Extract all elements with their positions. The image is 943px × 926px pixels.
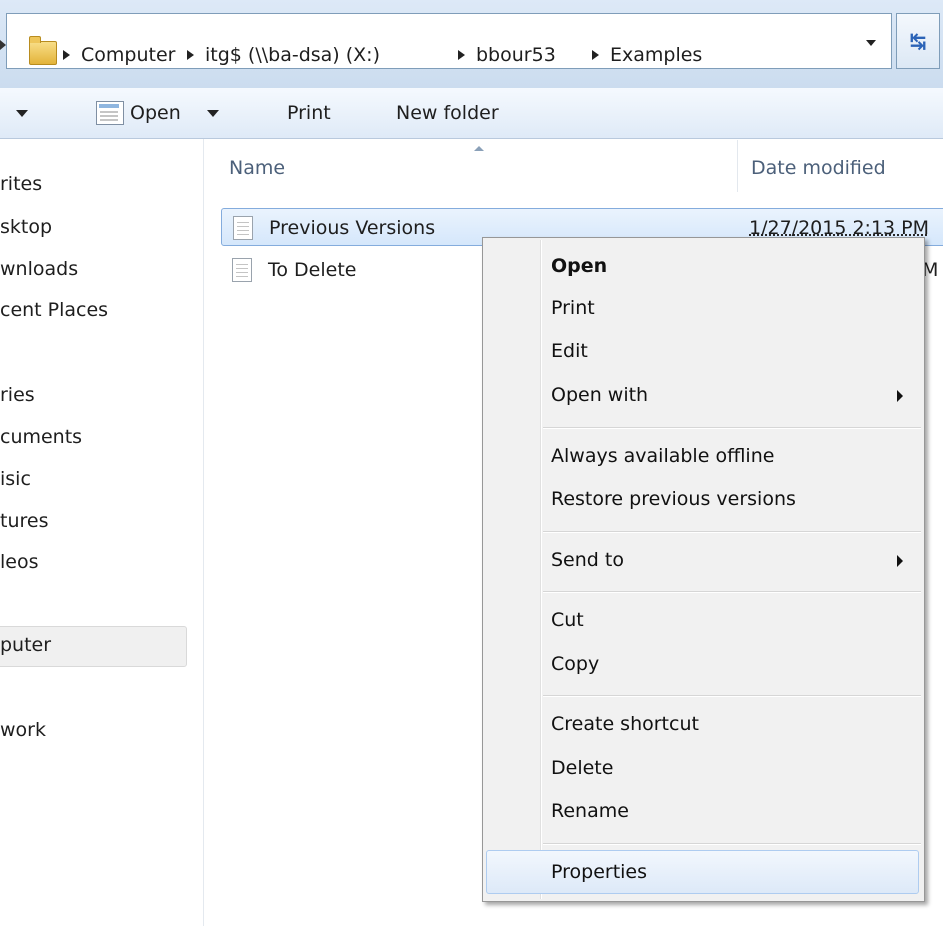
menu-separator [543,531,921,533]
nav-item-libraries[interactable]: ries [0,384,35,406]
menu-separator [543,843,921,845]
open-dropdown-icon[interactable] [207,110,219,117]
menu-item-restore-previous-versions[interactable]: Restore previous versions [551,488,796,510]
menu-item-always-available-offline[interactable]: Always available offline [551,445,774,467]
column-divider[interactable] [737,140,738,192]
text-file-icon [233,216,253,240]
breadcrumb-separator-icon[interactable] [458,50,465,60]
nav-item-pictures[interactable]: tures [0,510,48,532]
breadcrumb-separator-icon[interactable] [63,50,70,60]
menu-item-create-shortcut[interactable]: Create shortcut [551,713,699,735]
menu-item-cut[interactable]: Cut [551,609,584,631]
menu-item-properties[interactable]: Properties [551,861,647,883]
menu-item-edit[interactable]: Edit [551,340,588,362]
open-button[interactable]: Open [130,88,181,138]
refresh-arrows-icon: ↹ [910,29,927,53]
nav-item-favorites[interactable]: rites [0,173,42,195]
notepad-icon [96,101,124,125]
file-date: 1/27/2015 2:13 PM [749,217,929,239]
column-header-name[interactable]: Name [229,157,285,179]
file-name: To Delete [268,259,356,281]
menu-item-open[interactable]: Open [551,255,607,277]
context-menu: Open Print Edit Open with Always availab… [482,237,925,902]
breadcrumb-label: bbour53 [476,44,556,66]
new-folder-button[interactable]: New folder [396,88,499,138]
submenu-arrow-icon [897,390,903,402]
breadcrumb-examples[interactable]: Examples [592,44,702,66]
navigation-pane: rites sktop wnloads cent Places ries cum… [0,139,204,926]
nav-item-documents[interactable]: cuments [0,426,82,448]
nav-item-computer[interactable]: puter [0,634,51,656]
menu-item-copy[interactable]: Copy [551,653,599,675]
nav-item-videos[interactable]: leos [0,551,39,573]
breadcrumb-drive[interactable]: itg$ (\\ba-dsa) (X:) [187,44,380,66]
nav-item-desktop[interactable]: sktop [0,216,52,238]
organize-dropdown-icon[interactable] [16,110,28,117]
menu-item-delete[interactable]: Delete [551,757,613,779]
menu-item-open-with[interactable]: Open with [551,384,648,406]
submenu-arrow-icon [897,555,903,567]
menu-separator [543,695,921,697]
nav-item-music[interactable]: isic [0,468,31,490]
breadcrumb-label: Computer [81,44,175,66]
menu-separator [543,591,921,593]
breadcrumb-label: Examples [610,44,702,66]
refresh-button[interactable]: ↹ [896,13,940,69]
file-name: Previous Versions [269,217,435,239]
folder-icon [29,41,57,65]
breadcrumb-separator-icon[interactable] [187,50,194,60]
text-file-icon [232,258,252,282]
menu-item-send-to[interactable]: Send to [551,549,624,571]
nav-item-network[interactable]: work [0,719,46,741]
address-dropdown-icon[interactable] [866,40,876,46]
column-header-date-modified[interactable]: Date modified [751,157,886,179]
nav-item-downloads[interactable]: wnloads [0,258,78,280]
breadcrumb-separator-icon[interactable] [592,50,599,60]
breadcrumb-computer[interactable]: Computer [63,44,175,66]
sort-ascending-icon [474,146,484,151]
menu-item-print[interactable]: Print [551,297,595,319]
breadcrumb-bbour53[interactable]: bbour53 [458,44,556,66]
address-bar[interactable]: Computer itg$ (\\ba-dsa) (X:) bbour53 Ex… [6,13,892,69]
address-bar-area: Computer itg$ (\\ba-dsa) (X:) bbour53 Ex… [0,0,943,88]
print-button[interactable]: Print [287,88,331,138]
breadcrumb-label: itg$ (\\ba-dsa) (X:) [205,44,380,66]
menu-item-rename[interactable]: Rename [551,800,629,822]
menu-separator [543,427,921,429]
menu-icon-gutter [540,240,542,899]
nav-item-recent-places[interactable]: cent Places [0,299,108,321]
command-bar: Open Print New folder [0,88,943,139]
